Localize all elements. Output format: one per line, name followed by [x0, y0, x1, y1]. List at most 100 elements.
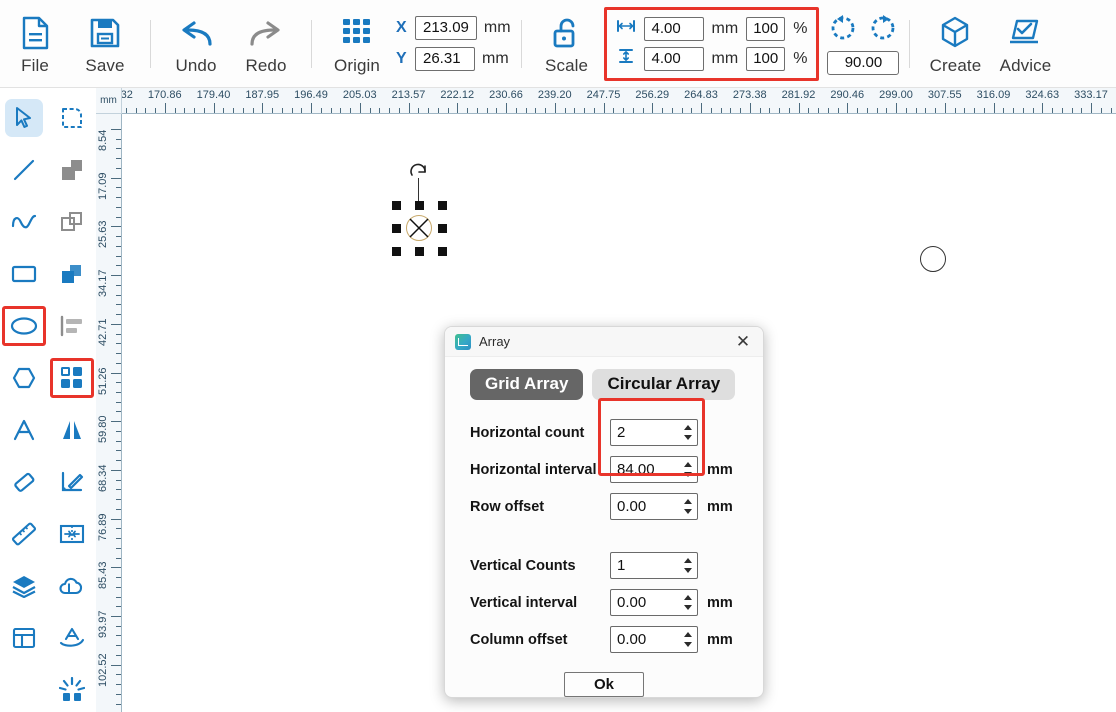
resize-handle-ne[interactable] [438, 201, 447, 210]
ruler-h-label: 299.00 [879, 89, 913, 101]
horizontal-interval-arrows[interactable] [681, 457, 697, 482]
resize-handle-se[interactable] [438, 247, 447, 256]
tool-text[interactable] [0, 404, 48, 456]
x-position-input[interactable]: 213.09 [415, 16, 477, 40]
ruler-h-label: 213.57 [391, 89, 426, 101]
tool-layout[interactable] [0, 612, 48, 664]
tool-node-edit[interactable] [48, 92, 96, 144]
tool-intersect[interactable] [48, 196, 96, 248]
rotation-angle-input[interactable]: 90.00 [827, 51, 900, 75]
horizontal-ruler[interactable]: 162.32 170.86 179.40 187.95 196.49 205.03 213.… [122, 88, 1116, 114]
horizontal-count-value[interactable]: 2 [611, 424, 681, 441]
width-percent-input[interactable]: 100 [746, 16, 786, 41]
advice-button[interactable]: Advice [990, 3, 1060, 85]
horizontal-interval-value[interactable]: 84.00 [611, 461, 681, 478]
resize-handle-sw[interactable] [392, 247, 401, 256]
tool-polygon[interactable] [0, 352, 48, 404]
rotate-counterclockwise-icon[interactable] [828, 12, 858, 47]
width-input[interactable]: 4.00 [643, 16, 704, 41]
tool-text-path[interactable] [48, 612, 96, 664]
dialog-tabs: Grid Array Circular Array [445, 369, 763, 400]
resize-handle-e[interactable] [438, 224, 447, 233]
ruler-h-label: 307.55 [927, 89, 962, 101]
row-offset-value[interactable]: 0.00 [611, 498, 681, 515]
field-horizontal-count: Horizontal count 2 [445, 414, 763, 451]
ruler-h-label: 247.75 [586, 89, 621, 101]
tool-ruler[interactable] [0, 508, 48, 560]
resize-handle-nw[interactable] [392, 201, 401, 210]
height-percent-input[interactable]: 100 [746, 46, 786, 71]
y-position-input[interactable]: 26.31 [415, 47, 475, 71]
ruler-h-tick [603, 103, 605, 113]
tab-circular-array[interactable]: Circular Array [592, 369, 736, 400]
rotate-handle-icon[interactable] [408, 161, 430, 183]
tool-cloud-offset[interactable] [48, 560, 96, 612]
tool-align[interactable] [48, 300, 96, 352]
undo-button[interactable]: Undo [161, 3, 231, 85]
circle-shape[interactable] [920, 246, 946, 272]
tab-grid-array[interactable]: Grid Array [470, 369, 584, 400]
caret-down-icon[interactable] [683, 642, 692, 647]
tool-burst[interactable] [48, 664, 96, 712]
horizontal-count-label: Horizontal count [470, 424, 585, 441]
column-offset-spinner[interactable]: 0.00 [610, 626, 698, 653]
tool-array[interactable] [48, 352, 96, 404]
ok-button[interactable]: Ok [564, 672, 644, 697]
horizontal-count-spinner[interactable]: 2 [610, 419, 698, 446]
caret-down-icon[interactable] [683, 568, 692, 573]
caret-down-icon[interactable] [683, 605, 692, 610]
scale-lock-button[interactable]: Scale [532, 3, 602, 85]
vertical-interval-value[interactable]: 0.00 [611, 594, 681, 611]
caret-down-icon[interactable] [683, 509, 692, 514]
origin-button[interactable]: Origin [322, 3, 392, 85]
vertical-counts-spinner[interactable]: 1 [610, 552, 698, 579]
caret-down-icon[interactable] [683, 435, 692, 440]
height-input[interactable]: 4.00 [643, 46, 704, 71]
caret-up-icon[interactable] [683, 558, 692, 563]
tool-fit-width[interactable] [48, 508, 96, 560]
tool-ellipse[interactable] [0, 300, 48, 352]
horizontal-interval-spinner[interactable]: 84.00 [610, 456, 698, 483]
tool-line[interactable] [0, 144, 48, 196]
selected-circle-shape[interactable] [392, 163, 447, 256]
caret-up-icon[interactable] [683, 632, 692, 637]
tool-select[interactable] [0, 92, 48, 144]
file-button[interactable]: File [0, 3, 70, 85]
tool-eraser[interactable] [0, 456, 48, 508]
y-unit-label: mm [482, 50, 509, 67]
column-offset-value[interactable]: 0.00 [611, 631, 681, 648]
tool-measure-angle[interactable] [48, 456, 96, 508]
caret-down-icon[interactable] [683, 472, 692, 477]
row-offset-spinner[interactable]: 0.00 [610, 493, 698, 520]
redo-button[interactable]: Redo [231, 3, 301, 85]
tool-mirror[interactable] [48, 404, 96, 456]
save-button[interactable]: Save [70, 3, 140, 85]
close-icon[interactable]: ✕ [731, 331, 755, 353]
vertical-interval-arrows[interactable] [681, 590, 697, 615]
create-button[interactable]: Create [920, 3, 990, 85]
caret-up-icon[interactable] [683, 462, 692, 467]
ruler-h-tick [457, 103, 459, 113]
vertical-counts-value[interactable]: 1 [611, 557, 681, 574]
vertical-interval-spinner[interactable]: 0.00 [610, 589, 698, 616]
rotate-clockwise-icon[interactable] [868, 12, 898, 47]
resize-handle-w[interactable] [392, 224, 401, 233]
column-offset-arrows[interactable] [681, 627, 697, 652]
caret-up-icon[interactable] [683, 499, 692, 504]
resize-handle-s[interactable] [415, 247, 424, 256]
vertical-height-icon [616, 48, 636, 69]
caret-up-icon[interactable] [683, 425, 692, 430]
tool-rectangle[interactable] [0, 248, 48, 300]
tool-union[interactable] [48, 144, 96, 196]
caret-up-icon[interactable] [683, 595, 692, 600]
tool-overlap[interactable] [48, 248, 96, 300]
ruler-h-tick [701, 103, 702, 113]
horizontal-count-arrows[interactable] [681, 420, 697, 445]
resize-handle-n[interactable] [415, 201, 424, 210]
row-offset-arrows[interactable] [681, 494, 697, 519]
ruler-h-tick [652, 103, 654, 113]
tool-curve[interactable] [0, 196, 48, 248]
tool-layers[interactable] [0, 560, 48, 612]
vertical-ruler[interactable]: 8.54 17.09 25.63 34.17 42.71 51.26 59.80 68.34 7… [96, 114, 122, 712]
vertical-counts-arrows[interactable] [681, 553, 697, 578]
